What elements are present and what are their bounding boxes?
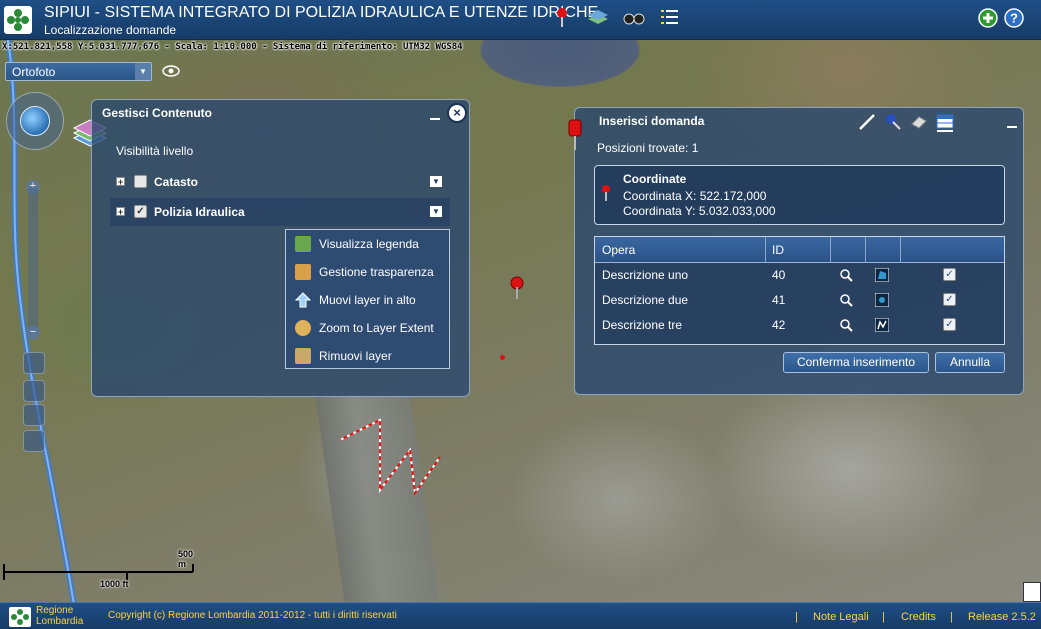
previous-extent-icon[interactable] [23,404,45,426]
chevron-down-icon[interactable]: ▼ [430,176,442,187]
pin-icon[interactable] [550,5,574,31]
visibility-label: Visibilità livello [116,144,194,158]
layer-name: Polizia Idraulica [154,205,245,219]
copyright-text: Copyright (c) Regione Lombardia 2011-201… [108,610,397,621]
opera-table: Opera ID Descrizione uno 40 ✓ Descrizion… [594,236,1005,345]
region-brand: Regione Lombardia [36,605,84,627]
zoom-extent-icon [295,320,311,336]
arrow-up-icon [295,292,311,308]
coordinate-readout: X:521.821,558 Y:5.031.777,676 - Scala: 1… [2,42,463,52]
expand-icon[interactable]: + [116,207,125,217]
next-extent-icon[interactable] [23,430,45,452]
map-point-marker [500,355,505,360]
layer-name: Catasto [154,175,199,189]
row-checkbox[interactable]: ✓ [943,318,956,331]
panel-title: Gestisci Contenuto [102,106,213,120]
region-logo [9,607,31,627]
pin-icon [568,119,582,150]
coordinate-box: Coordinate Coordinata X: 522.172,000 Coo… [594,165,1005,225]
layer-context-menu: Visualizza legenda Gestione trasparenza … [285,229,450,369]
legal-notes-link[interactable]: Note Legali [813,611,869,623]
coordinate-x: Coordinata X: 522.172,000 [623,189,767,203]
binoculars-icon[interactable] [622,5,646,31]
cancel-button[interactable]: Annulla [935,352,1005,373]
close-icon[interactable]: × [447,103,467,123]
basemap-selected-value: Ortofoto [12,65,56,79]
table-row[interactable]: Descrizione due 41 ✓ [595,288,1004,313]
svg-text:?: ? [1010,11,1018,26]
menu-item-legend[interactable]: Visualizza legenda [286,230,449,258]
layer-row-polizia-idraulica[interactable]: + ✓ Polizia Idraulica ▼ [110,198,450,226]
app-header: SIPIUI - SISTEMA INTEGRATO DI POLIZIA ID… [0,0,1041,40]
app-logo [4,6,32,34]
globe-icon[interactable] [20,106,50,136]
transparency-icon [295,264,311,280]
release-label: Release 2.5.2 [968,611,1036,623]
layer-row-catasto[interactable]: + Catasto ▼ [110,168,450,196]
eye-icon[interactable] [161,63,181,79]
table-row[interactable]: Descrizione tre 42 ✓ [595,313,1004,338]
app-footer: Regione Lombardia Copyright (c) Regione … [0,602,1041,629]
panel-title: Inserisci domanda [599,114,705,128]
geometry-polygon-icon[interactable] [875,268,889,282]
zoom-slider[interactable] [28,186,38,336]
zoom-to-icon[interactable] [839,293,853,307]
geometry-line-icon[interactable] [875,318,889,332]
pin-edit-icon[interactable] [883,112,903,132]
confirm-button[interactable]: Conferma inserimento [783,352,929,373]
help-icon[interactable]: ? [1004,8,1024,28]
content-manager-panel: Gestisci Contenuto × Visibilità livello … [91,99,470,397]
app-subtitle: Localizzazione domande [44,23,177,37]
basemap-select[interactable]: Ortofoto ▼ [5,62,152,81]
menu-item-zoom-extent[interactable]: Zoom to Layer Extent [286,314,449,342]
menu-item-transparency[interactable]: Gestione trasparenza [286,258,449,286]
table-icon[interactable] [935,112,955,132]
drawn-polyline [339,418,441,495]
scale-imperial-label: 1000 ft [100,579,129,589]
table-header: Opera ID [595,237,1004,263]
coordinate-y: Coordinata Y: 5.032.033,000 [623,204,776,218]
layers-icon[interactable] [586,5,610,31]
remove-layer-icon [295,348,311,364]
legend-icon [295,236,311,252]
zoom-to-icon[interactable] [839,318,853,332]
chevron-down-icon[interactable]: ▼ [135,63,151,80]
pin-icon [602,185,610,201]
zoom-out-button[interactable]: − [26,326,40,340]
hand-pan-icon[interactable] [23,380,45,402]
pencil-icon[interactable] [857,112,877,132]
scale-bar: 500 m 1000 ft [3,549,195,590]
minimize-icon[interactable] [430,118,440,120]
scale-bar-lines [3,564,194,580]
menu-item-move-up[interactable]: Muovi layer in alto [286,286,449,314]
list-icon[interactable] [658,5,682,31]
add-icon[interactable] [978,8,998,28]
map-pin-icon[interactable] [509,276,525,300]
column-header-id[interactable]: ID [772,243,784,257]
row-checkbox[interactable]: ✓ [943,293,956,306]
geometry-point-icon[interactable] [875,293,889,307]
scale-metric-label: 500 m [178,549,194,569]
positions-found-label: Posizioni trovate: 1 [597,141,699,155]
row-checkbox[interactable]: ✓ [943,268,956,281]
layer-visibility-checkbox[interactable] [134,175,147,188]
chevron-down-icon[interactable]: ▼ [430,206,442,217]
expand-icon[interactable]: + [116,177,125,187]
credits-link[interactable]: Credits [901,611,936,623]
eraser-icon[interactable] [909,112,929,132]
layer-visibility-checkbox[interactable]: ✓ [134,205,147,218]
minimize-icon[interactable] [1007,126,1017,128]
zoom-to-icon[interactable] [839,268,853,282]
table-row[interactable]: Descrizione uno 40 ✓ [595,263,1004,288]
menu-item-remove[interactable]: Rimuovi layer [286,342,449,370]
overview-toggle-icon[interactable] [1023,582,1041,602]
column-header-opera[interactable]: Opera [602,243,635,257]
coordinate-title: Coordinate [623,172,687,186]
full-extent-icon[interactable] [23,352,45,374]
insert-request-panel: Inserisci domanda Posizioni trovate: 1 C… [568,107,1024,395]
app-title: SIPIUI - SISTEMA INTEGRATO DI POLIZIA ID… [44,4,599,21]
